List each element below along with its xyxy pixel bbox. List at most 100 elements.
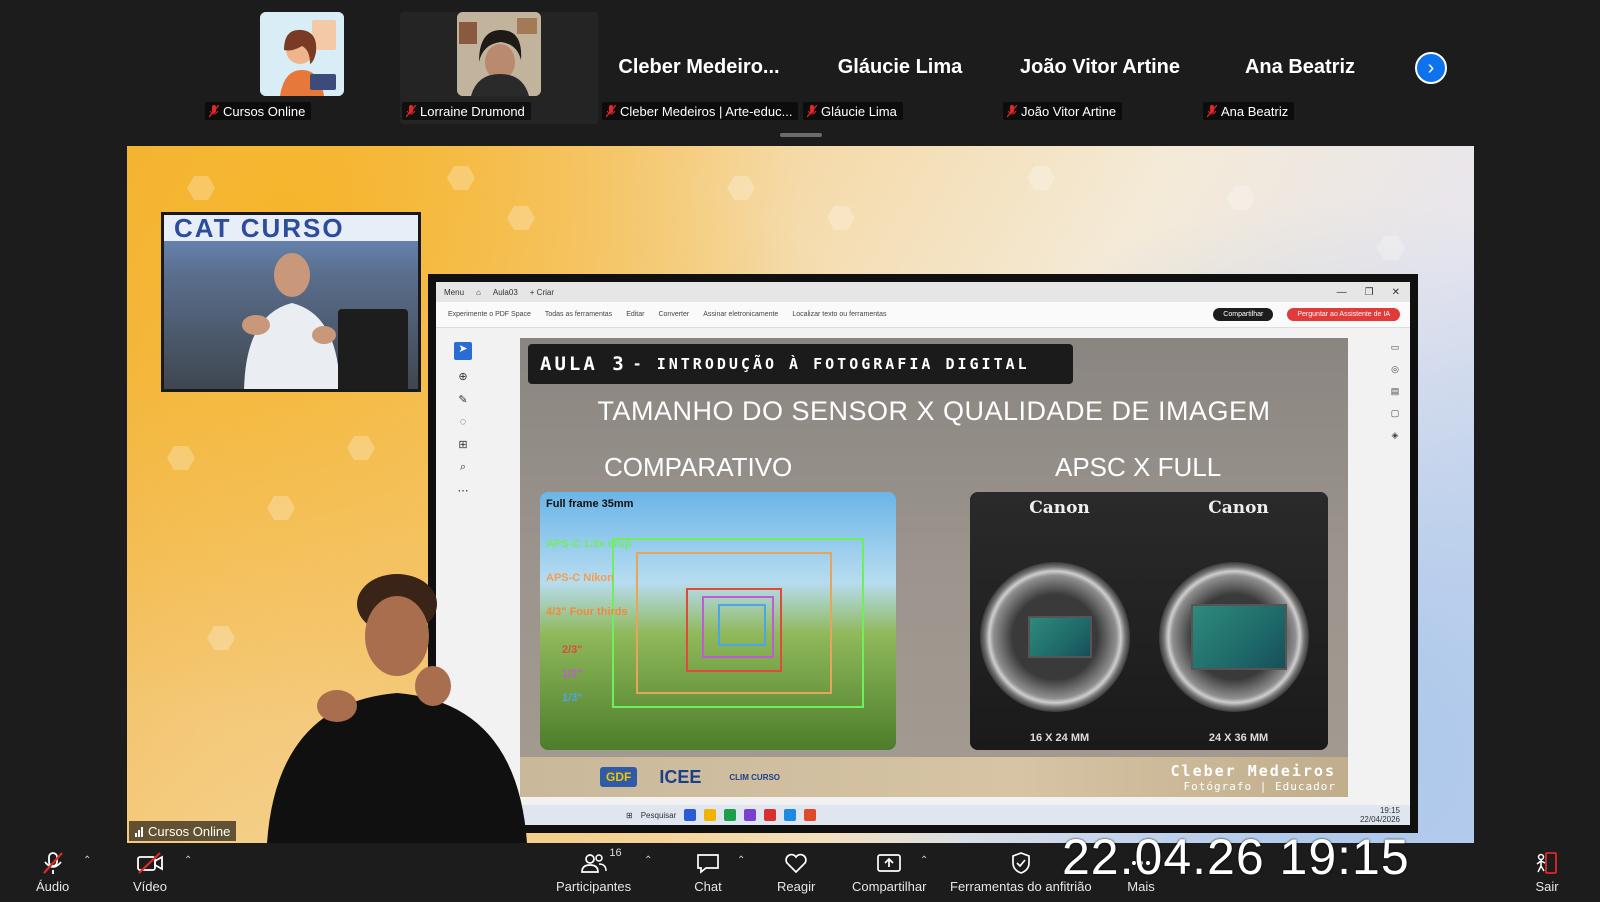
strip-resize-handle[interactable] xyxy=(780,133,822,137)
interpreter-video xyxy=(267,574,527,843)
stamp-tool-icon[interactable]: ⌕ xyxy=(460,461,466,474)
pdf-try-link[interactable]: Experimente o PDF Space xyxy=(448,311,531,318)
chat-options-caret[interactable]: ⌃ xyxy=(737,855,745,866)
windows-start-icon[interactable]: ⊞ xyxy=(626,811,633,820)
mic-muted-icon xyxy=(606,104,616,118)
share-owner-tag: Cursos Online xyxy=(129,821,237,841)
shared-screen[interactable]: CAT CURSO Menu ⌂ Aula03 + Criar — ❐ ✕ Ex… xyxy=(127,146,1474,843)
pdf-search[interactable]: Localizar texto ou ferramentas xyxy=(792,311,886,318)
pdf-menu[interactable]: Menu xyxy=(444,288,464,297)
clim-curso-logo: CLIM CURSO xyxy=(729,772,781,782)
pdf-sign[interactable]: Assinar eletronicamente xyxy=(703,311,778,318)
slide-title: TAMANHO DO SENSOR X QUALIDADE DE IMAGEM xyxy=(597,396,1271,426)
zoom-tool-icon[interactable]: ⊕ xyxy=(458,370,467,383)
share-owner-name: Cursos Online xyxy=(148,823,231,839)
leave-button[interactable]: Sair xyxy=(1533,851,1561,894)
page-icon[interactable]: ▤ xyxy=(1391,386,1400,397)
participant-tile[interactable]: Lorraine Drumond xyxy=(400,12,598,124)
maximize-icon[interactable]: ❐ xyxy=(1365,287,1374,298)
participant-name: João Vitor Artine xyxy=(1021,103,1117,119)
participant-tile[interactable]: Cleber Medeiro... Cleber Medeiros | Arte… xyxy=(600,12,798,124)
participant-name-tag: Cursos Online xyxy=(205,102,312,120)
sensor-size-label: 16 X 24 MM xyxy=(1029,732,1090,744)
presenter-banner: CAT CURSO xyxy=(164,215,418,241)
cursor-tool-icon[interactable]: ➤ xyxy=(454,342,472,360)
slide: AULA 3 - INTRODUÇÃO À FOTOGRAFIA DIGITAL… xyxy=(520,338,1348,797)
mic-muted-icon xyxy=(1007,104,1017,118)
camera-brand: Canon xyxy=(1029,498,1090,518)
credit-name: Cleber Medeiros xyxy=(1170,761,1336,780)
sensor-label: APS-C 1.5x crop xyxy=(546,538,632,550)
pdf-all-tools[interactable]: Todas as ferramentas xyxy=(545,311,612,318)
audio-button[interactable]: Áudio xyxy=(36,851,69,894)
laptop-prop xyxy=(338,309,408,389)
pdf-convert[interactable]: Converter xyxy=(658,311,689,318)
participant-avatar xyxy=(260,12,344,96)
next-page-button[interactable]: › xyxy=(1415,52,1447,84)
pdf-share-button[interactable]: Compartilhar xyxy=(1213,308,1274,321)
audio-label: Áudio xyxy=(36,879,70,894)
mic-muted-icon xyxy=(39,851,67,875)
layers-icon[interactable]: ◈ xyxy=(1392,430,1399,441)
leave-label: Sair xyxy=(1535,879,1559,894)
participant-video xyxy=(457,12,541,96)
participant-tile[interactable]: Gláucie Lima Gláucie Lima xyxy=(801,12,999,124)
pdf-right-tools: ▭ ◎ ▤ ▢ ◈ xyxy=(1386,342,1404,441)
attach-icon[interactable]: ▢ xyxy=(1391,408,1400,419)
chevron-right-icon: › xyxy=(1427,56,1435,79)
participant-name-tag: Cleber Medeiros | Arte-educ... xyxy=(602,102,798,120)
share-options-caret[interactable]: ⌃ xyxy=(920,855,928,866)
pdf-tabbar: Menu ⌂ Aula03 + Criar — ❐ ✕ xyxy=(436,282,1410,302)
participant-tile[interactable]: João Vitor Artine João Vitor Artine xyxy=(1001,12,1199,124)
heart-icon xyxy=(782,851,810,875)
participants-count: 16 xyxy=(609,847,622,859)
presenter-figure xyxy=(242,253,340,389)
video-options-caret[interactable]: ⌃ xyxy=(184,855,192,866)
pdf-toolbar: Experimente o PDF Space Todas as ferrame… xyxy=(436,302,1410,328)
overlay-timestamp: 22.04.26 19:15 xyxy=(1062,829,1410,885)
sensor-comparison-image: Full frame 35mm APS-C 1.5x crop APS-C Ni… xyxy=(540,492,896,750)
chat-button[interactable]: Chat xyxy=(694,851,722,894)
share-screen-icon xyxy=(875,851,903,875)
chat-icon xyxy=(694,851,722,875)
comment-icon[interactable]: ▭ xyxy=(1391,342,1400,353)
participant-name: Cursos Online xyxy=(223,103,306,119)
home-icon[interactable]: ⌂ xyxy=(476,288,481,297)
camera-off-icon xyxy=(136,851,164,875)
more-tools-icon[interactable]: ⋯ xyxy=(458,484,469,497)
close-icon[interactable]: ✕ xyxy=(1392,287,1400,298)
shared-pdf-window[interactable]: Menu ⌂ Aula03 + Criar — ❐ ✕ Experimente … xyxy=(428,274,1418,833)
react-button[interactable]: Reagir xyxy=(777,851,815,894)
participants-button[interactable]: 16 Participantes xyxy=(556,847,631,894)
pdf-edit[interactable]: Editar xyxy=(626,311,644,318)
lasso-tool-icon[interactable]: ◌ xyxy=(460,416,467,428)
slide-header-text: - INTRODUÇÃO À FOTOGRAFIA DIGITAL xyxy=(632,355,1030,373)
pen-tool-icon[interactable]: ✎ xyxy=(458,393,467,406)
participant-tile[interactable]: Cursos Online xyxy=(203,12,401,124)
signal-strength-icon xyxy=(135,826,143,837)
sensor-label: 1/2" xyxy=(562,668,583,680)
audio-options-caret[interactable]: ⌃ xyxy=(83,855,91,866)
text-tool-icon[interactable]: ⊞ xyxy=(458,438,467,451)
pdf-ai-button[interactable]: Perguntar ao Assistente de IA xyxy=(1287,308,1400,321)
participant-display-name: Cleber Medeiro... xyxy=(618,56,780,78)
participant-tile[interactable]: Ana Beatriz Ana Beatriz xyxy=(1201,12,1399,124)
pdf-tab[interactable]: Aula03 xyxy=(493,288,518,297)
video-button[interactable]: Vídeo xyxy=(133,851,167,894)
participant-display-name: Ana Beatriz xyxy=(1244,56,1356,78)
apsc-sensor xyxy=(1028,616,1092,658)
presenter-video: CAT CURSO xyxy=(161,212,421,392)
taskbar-search[interactable]: Pesquisar xyxy=(641,811,677,820)
react-label: Reagir xyxy=(777,879,816,894)
pdf-new-tab[interactable]: + Criar xyxy=(530,288,554,297)
minimize-icon[interactable]: — xyxy=(1337,287,1347,298)
sensor-label: 4/3" Four thirds xyxy=(546,606,628,618)
participants-icon: 16 xyxy=(580,847,622,875)
icee-logo: ICEE xyxy=(659,766,702,787)
participants-options-caret[interactable]: ⌃ xyxy=(644,855,652,866)
bookmark-icon[interactable]: ◎ xyxy=(1391,364,1399,375)
participant-display-name: Gláucie Lima xyxy=(837,56,963,78)
windows-taskbar: ⊞ Pesquisar 19:15 22/04/2026 xyxy=(436,805,1410,825)
share-button[interactable]: Compartilhar xyxy=(852,851,926,894)
participant-name-tag: João Vitor Artine xyxy=(1003,102,1123,120)
